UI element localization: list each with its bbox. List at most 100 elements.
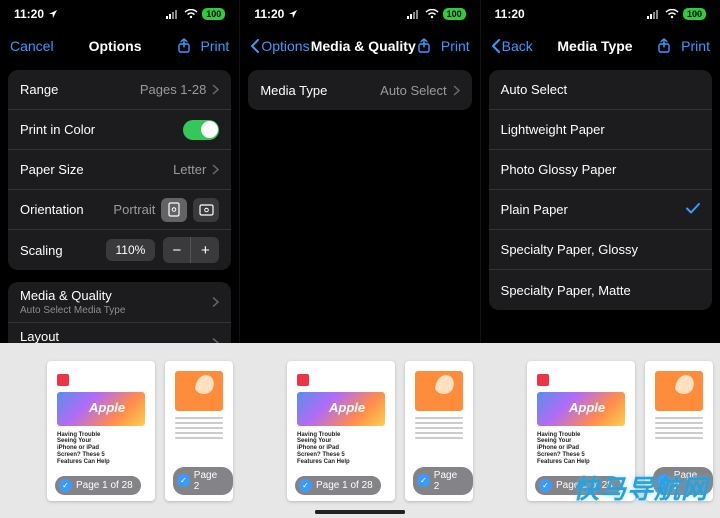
page-1-label: Page 1 of 28 bbox=[76, 480, 133, 491]
nav-title: Media Type bbox=[557, 38, 632, 54]
status-time: 11:20 bbox=[495, 7, 525, 21]
nav-bar: Back Media Type Print bbox=[481, 28, 720, 64]
print-color-label: Print in Color bbox=[20, 122, 95, 137]
share-icon[interactable] bbox=[177, 38, 191, 54]
signal-icon bbox=[407, 9, 421, 19]
page-1-label: Page 1 of 28 bbox=[316, 480, 373, 491]
location-icon bbox=[288, 9, 298, 19]
chevron-right-icon bbox=[212, 84, 219, 95]
preview-page-2[interactable]: ✓ Page 2 bbox=[405, 361, 473, 501]
share-icon[interactable] bbox=[417, 38, 431, 54]
preview-page-1[interactable]: Apple Having Trouble Seeing Your iPhone … bbox=[527, 361, 635, 501]
layout-label: Layout bbox=[20, 329, 59, 344]
signal-icon bbox=[647, 9, 661, 19]
back-button[interactable]: Options bbox=[250, 38, 309, 54]
preview-apple-text: Apple bbox=[569, 400, 605, 415]
preview-article-title: Having Trouble Seeing Your iPhone or iPa… bbox=[297, 432, 350, 466]
wifi-icon bbox=[184, 9, 198, 19]
status-time: 11:20 bbox=[14, 7, 44, 21]
orientation-portrait-button[interactable] bbox=[161, 198, 187, 222]
chevron-right-icon bbox=[212, 164, 219, 175]
check-icon: ✓ bbox=[177, 474, 190, 487]
nav-title: Options bbox=[89, 38, 142, 54]
check-icon: ✓ bbox=[299, 479, 312, 492]
battery-badge: 100 bbox=[443, 8, 466, 20]
status-bar: 11:20 100 bbox=[0, 0, 239, 28]
print-button[interactable]: Print bbox=[681, 38, 710, 54]
battery-badge: 100 bbox=[202, 8, 225, 20]
option-auto-select[interactable]: Auto Select bbox=[489, 70, 712, 110]
preview-page-2[interactable]: ✓ Page 2 bbox=[645, 361, 713, 501]
scaling-row: Scaling 110% − + bbox=[8, 230, 231, 270]
cancel-button[interactable]: Cancel bbox=[10, 38, 54, 54]
battery-badge: 100 bbox=[683, 8, 706, 20]
media-type-value: Auto Select bbox=[380, 83, 447, 98]
paper-size-label: Paper Size bbox=[20, 162, 84, 177]
preview-page-1[interactable]: Apple Having Trouble Seeing Your iPhone … bbox=[287, 361, 395, 501]
share-icon[interactable] bbox=[657, 38, 671, 54]
checkmark-icon bbox=[686, 202, 700, 217]
status-bar: 11:20 100 bbox=[240, 0, 479, 28]
page-2-label: Page 2 bbox=[194, 470, 225, 492]
option-lightweight-paper[interactable]: Lightweight Paper bbox=[489, 110, 712, 150]
media-quality-sub: Auto Select Media Type bbox=[20, 305, 125, 316]
orientation-row: Orientation Portrait bbox=[8, 190, 231, 230]
preview-col-3: Apple Having Trouble Seeing Your iPhone … bbox=[480, 343, 720, 518]
wifi-icon bbox=[665, 9, 679, 19]
scaling-increment-button[interactable]: + bbox=[191, 237, 219, 263]
page-1-label: Page 1 of 28 bbox=[556, 480, 613, 491]
print-color-toggle[interactable] bbox=[183, 120, 219, 140]
nav-bar: Cancel Options Print bbox=[0, 28, 239, 64]
option-plain-paper[interactable]: Plain Paper bbox=[489, 190, 712, 230]
preview-col-2: Apple Having Trouble Seeing Your iPhone … bbox=[240, 343, 480, 518]
preview-apple-text: Apple bbox=[329, 400, 365, 415]
back-button[interactable]: Back bbox=[491, 38, 533, 54]
preview-page-2[interactable]: ✓ Page 2 bbox=[165, 361, 233, 501]
preview-col-1: Apple Having Trouble Seeing Your iPhone … bbox=[0, 343, 240, 518]
status-bar: 11:20 100 bbox=[481, 0, 720, 28]
page-2-label: Page 2 bbox=[434, 470, 465, 492]
options-group-1: Range Pages 1-28 Print in Color Paper Si… bbox=[8, 70, 231, 270]
nav-title: Media & Quality bbox=[311, 38, 416, 54]
preview-page-1[interactable]: Apple Having Trouble Seeing Your iPhone … bbox=[47, 361, 155, 501]
location-icon bbox=[48, 9, 58, 19]
media-type-row[interactable]: Media Type Auto Select bbox=[248, 70, 471, 110]
range-value: Pages 1-28 bbox=[140, 82, 207, 97]
print-button[interactable]: Print bbox=[201, 38, 230, 54]
page-2-label: Page 2 bbox=[674, 470, 705, 492]
nav-bar: Options Media & Quality Print bbox=[240, 28, 479, 64]
check-icon: ✓ bbox=[417, 474, 430, 487]
scaling-label: Scaling bbox=[20, 243, 63, 258]
preview-apple-text: Apple bbox=[89, 400, 125, 415]
print-in-color-row: Print in Color bbox=[8, 110, 231, 150]
print-button[interactable]: Print bbox=[441, 38, 470, 54]
preview-article-title: Having Trouble Seeing Your iPhone or iPa… bbox=[537, 432, 590, 466]
range-row[interactable]: Range Pages 1-28 bbox=[8, 70, 231, 110]
chevron-right-icon bbox=[212, 297, 219, 308]
media-type-options: Auto Select Lightweight Paper Photo Glos… bbox=[489, 70, 712, 310]
orientation-label: Orientation bbox=[20, 202, 84, 217]
media-quality-label: Media & Quality bbox=[20, 288, 112, 303]
scaling-decrement-button[interactable]: − bbox=[163, 237, 191, 263]
paper-size-value: Letter bbox=[173, 162, 206, 177]
option-specialty-glossy[interactable]: Specialty Paper, Glossy bbox=[489, 230, 712, 270]
paper-size-row[interactable]: Paper Size Letter bbox=[8, 150, 231, 190]
print-preview-strip: Apple Having Trouble Seeing Your iPhone … bbox=[0, 343, 720, 518]
scaling-value: 110% bbox=[106, 239, 156, 261]
chevron-right-icon bbox=[453, 85, 460, 96]
option-specialty-matte[interactable]: Specialty Paper, Matte bbox=[489, 270, 712, 310]
preview-article-title: Having Trouble Seeing Your iPhone or iPa… bbox=[57, 432, 110, 466]
range-label: Range bbox=[20, 82, 58, 97]
orientation-value: Portrait bbox=[113, 202, 155, 217]
media-quality-row[interactable]: Media & Quality Auto Select Media Type bbox=[8, 282, 231, 323]
status-time: 11:20 bbox=[254, 7, 284, 21]
home-indicator bbox=[315, 510, 405, 514]
wifi-icon bbox=[425, 9, 439, 19]
check-icon: ✓ bbox=[59, 479, 72, 492]
signal-icon bbox=[166, 9, 180, 19]
option-photo-glossy-paper[interactable]: Photo Glossy Paper bbox=[489, 150, 712, 190]
media-type-label: Media Type bbox=[260, 83, 327, 98]
orientation-landscape-button[interactable] bbox=[193, 198, 219, 222]
check-icon: ✓ bbox=[657, 474, 670, 487]
check-icon: ✓ bbox=[539, 479, 552, 492]
